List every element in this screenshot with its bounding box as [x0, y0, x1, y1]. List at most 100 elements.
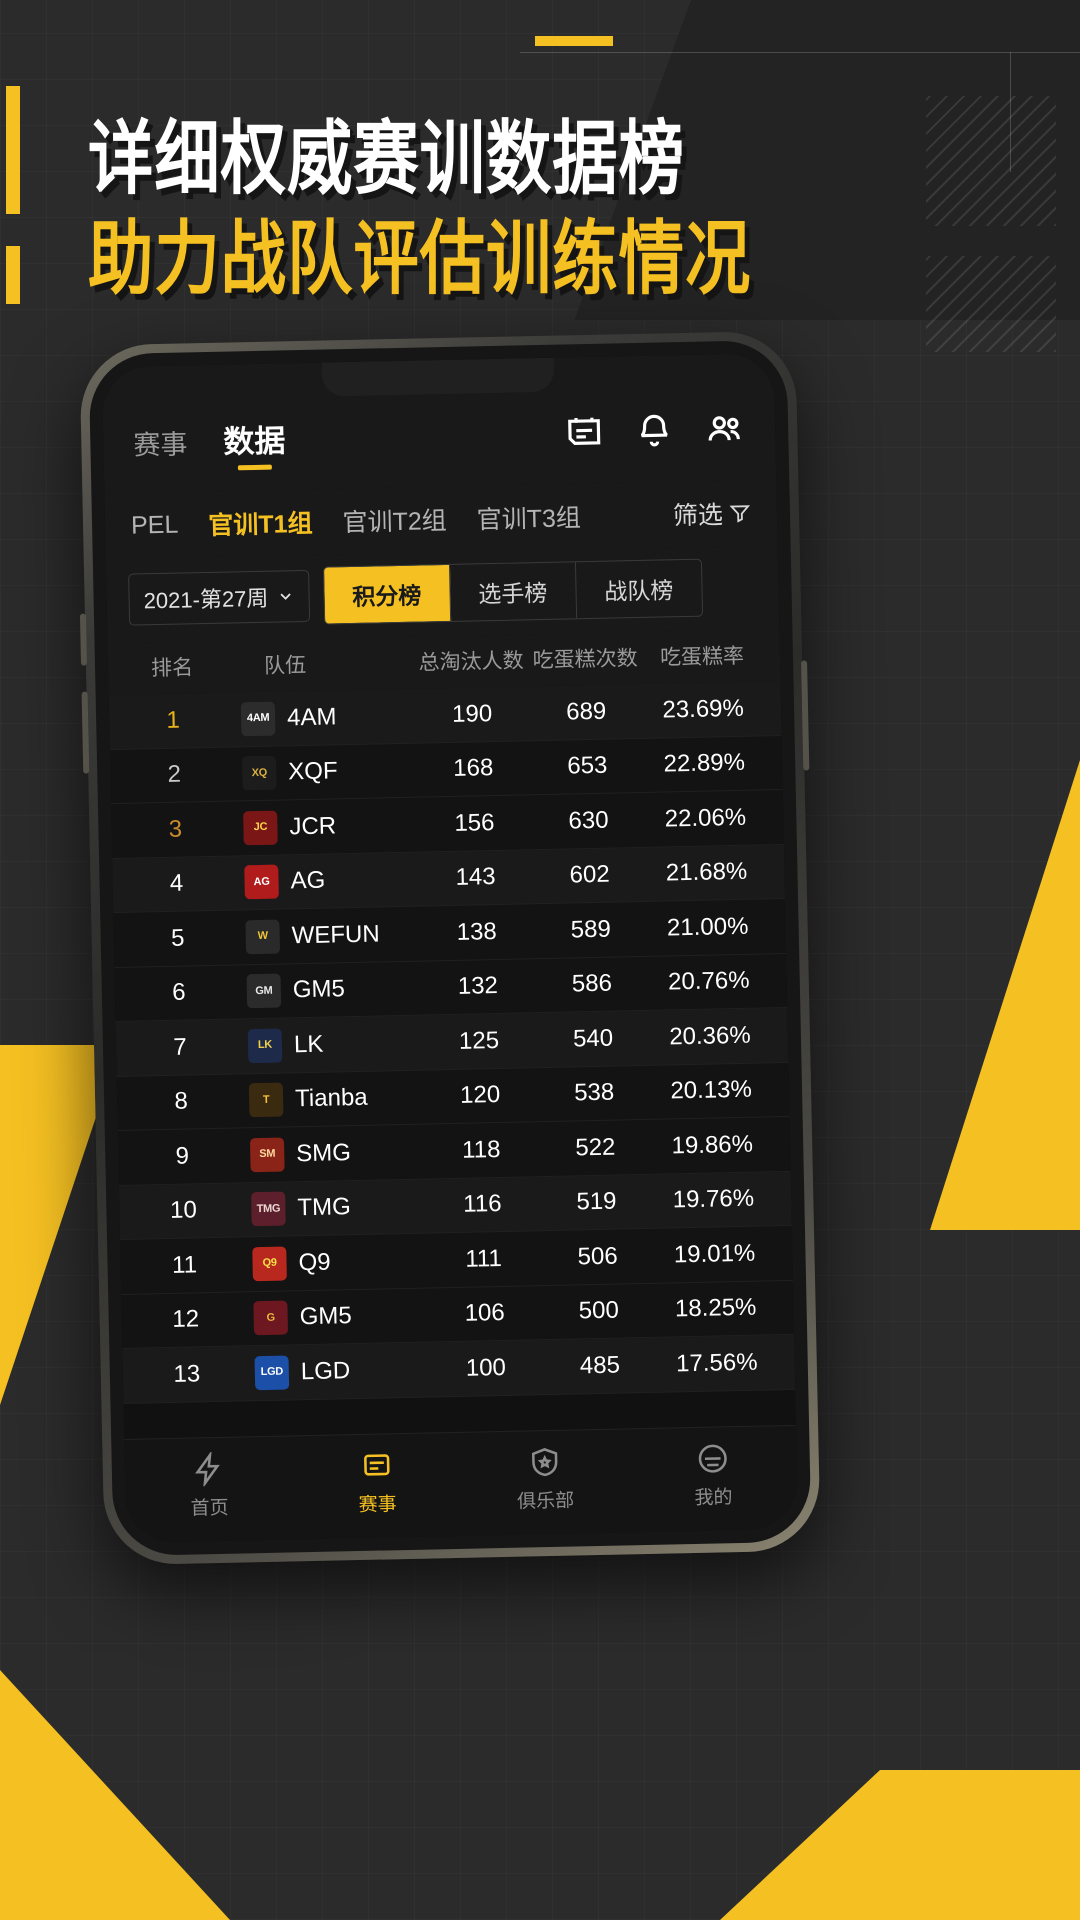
bottom-nav-item-我的[interactable]: 我的: [628, 1439, 797, 1511]
team-logo-icon: LGD: [254, 1355, 290, 1390]
chevron-down-icon: [280, 593, 291, 600]
tab-data[interactable]: 数据: [223, 415, 286, 470]
bottom-nav-item-赛事[interactable]: 赛事: [292, 1446, 461, 1518]
poster-background: 详细权威赛训数据榜 助力战队评估训练情况 赛事 数据 PEL 官训T1组 官训T…: [0, 0, 1080, 1920]
cell-cake-count: 538: [573, 1078, 615, 1107]
cell-total-kills: 143: [455, 863, 496, 892]
bell-icon[interactable]: [633, 409, 676, 452]
phone-power-button: [801, 660, 810, 771]
cell-team: T Tianba: [227, 1080, 424, 1118]
tab-events[interactable]: 赛事: [133, 422, 188, 471]
accent-bar-left: [6, 86, 20, 214]
team-logo-icon: TMG: [251, 1191, 286, 1227]
cell-cake-rate: 19.76%: [672, 1184, 755, 1214]
team-name-label: WEFUN: [291, 920, 380, 950]
group-tab-t1[interactable]: 官训T1组: [208, 504, 313, 542]
cell-rank: 5: [170, 924, 185, 952]
cell-rank: 10: [169, 1196, 198, 1225]
cell-cake-rate: 19.01%: [673, 1239, 756, 1269]
bottom-nav-item-首页[interactable]: 首页: [125, 1450, 294, 1522]
cell-cake-rate: 20.76%: [667, 966, 750, 996]
cell-cake-rate: 21.00%: [666, 912, 749, 942]
cell-cake-count: 500: [578, 1296, 620, 1325]
cell-team: JC JCR: [221, 807, 418, 846]
cell-rank: 3: [168, 815, 183, 843]
phone-volume-up-button: [79, 613, 88, 666]
team-logo-icon: XQ: [241, 755, 277, 791]
cell-team: XQ XQF: [220, 753, 417, 791]
bottom-nav-label: 俱乐部: [516, 1490, 575, 1513]
cell-total-kills: 118: [461, 1135, 501, 1164]
cell-cake-count: 630: [568, 806, 609, 835]
accent-shape-bottom-right: [720, 1770, 1080, 1920]
segment-player-ranking[interactable]: 选手榜: [449, 562, 577, 621]
cell-cake-count: 689: [565, 697, 607, 726]
cell-team: TMG TMG: [229, 1189, 426, 1227]
segment-team-ranking[interactable]: 战队榜: [576, 560, 702, 619]
people-icon[interactable]: [703, 408, 746, 451]
cell-total-kills: 111: [465, 1244, 503, 1273]
user-icon: [698, 1444, 727, 1473]
team-name-label: TMG: [297, 1193, 352, 1222]
cell-cake-rate: 17.56%: [675, 1348, 758, 1378]
team-name-label: JCR: [289, 812, 337, 841]
group-tab-t2[interactable]: 官训T2组: [342, 501, 447, 539]
bottom-nav-label: 我的: [694, 1486, 733, 1509]
header-icon-group: [563, 406, 746, 454]
cell-total-kills: 106: [464, 1299, 505, 1328]
cell-team: Q9 Q9: [230, 1243, 427, 1281]
cell-cake-rate: 18.25%: [674, 1293, 757, 1323]
team-name-label: GM5: [292, 975, 346, 1004]
week-selector[interactable]: 2021-第27周: [128, 569, 310, 626]
cell-cake-count: 485: [579, 1351, 621, 1380]
group-tab-pel[interactable]: PEL: [131, 510, 179, 540]
filter-button[interactable]: 筛选: [673, 495, 752, 533]
column-header-kills: 总淘汰人数: [418, 649, 524, 675]
cell-cake-count: 522: [575, 1133, 616, 1162]
cell-team: GM GM5: [225, 971, 422, 1009]
cell-total-kills: 132: [457, 972, 499, 1001]
team-logo-icon: JC: [243, 810, 278, 846]
decor-hatch-top-right: [926, 96, 1056, 226]
poster-headline: 详细权威赛训数据榜 助力战队评估训练情况: [88, 112, 758, 306]
cell-rank: 13: [173, 1360, 201, 1388]
column-header-cake-rate: 吃蛋糕率: [659, 644, 745, 670]
cell-rank: 7: [173, 1033, 187, 1061]
cell-cake-rate: 23.69%: [662, 694, 745, 724]
phone-screen: 赛事 数据 PEL 官训T1组 官训T2组 官训T3组 筛选 2021-第27周…: [101, 353, 799, 1543]
bolt-icon: [195, 1451, 220, 1487]
segment-points-ranking[interactable]: 积分榜: [323, 564, 451, 624]
team-logo-icon: LK: [247, 1028, 283, 1063]
cell-cake-count: 602: [569, 860, 610, 889]
team-name-label: XQF: [287, 757, 338, 786]
bottom-nav-item-俱乐部[interactable]: 俱乐部: [460, 1443, 629, 1515]
team-name-label: 4AM: [286, 703, 337, 732]
cell-rank: 12: [172, 1305, 200, 1334]
cell-team: LK LK: [226, 1025, 423, 1063]
team-logo-icon: 4AM: [240, 701, 276, 737]
team-name-label: AG: [290, 866, 326, 895]
ranking-segment-group: 积分榜 选手榜 战队榜: [322, 558, 703, 625]
cell-team: W WEFUN: [223, 916, 420, 955]
cell-cake-count: 519: [576, 1187, 617, 1216]
cell-cake-rate: 19.86%: [671, 1130, 754, 1160]
cell-cake-count: 589: [570, 915, 612, 944]
cell-rank: 11: [171, 1251, 198, 1279]
accent-triangle-bottom-left: [0, 1670, 230, 1920]
team-name-label: Q9: [298, 1248, 331, 1276]
cell-total-kills: 120: [459, 1081, 501, 1110]
team-logo-icon: Q9: [252, 1246, 287, 1281]
cell-total-kills: 116: [462, 1190, 502, 1219]
decor-hatch-top-right-2: [926, 256, 1056, 352]
cell-total-kills: 125: [458, 1026, 500, 1055]
cell-team: LGD LGD: [233, 1352, 430, 1390]
cell-total-kills: 156: [454, 808, 495, 837]
header-tab-group: 赛事 数据: [133, 415, 286, 472]
filter-button-label: 筛选: [672, 501, 724, 531]
cell-total-kills: 100: [465, 1353, 507, 1382]
cell-rank: 4: [169, 869, 184, 898]
cell-rank: 8: [174, 1087, 189, 1116]
group-tab-t3[interactable]: 官训T3组: [476, 498, 581, 536]
column-header-team: 队伍: [263, 653, 307, 678]
calendar-icon[interactable]: [563, 411, 606, 454]
